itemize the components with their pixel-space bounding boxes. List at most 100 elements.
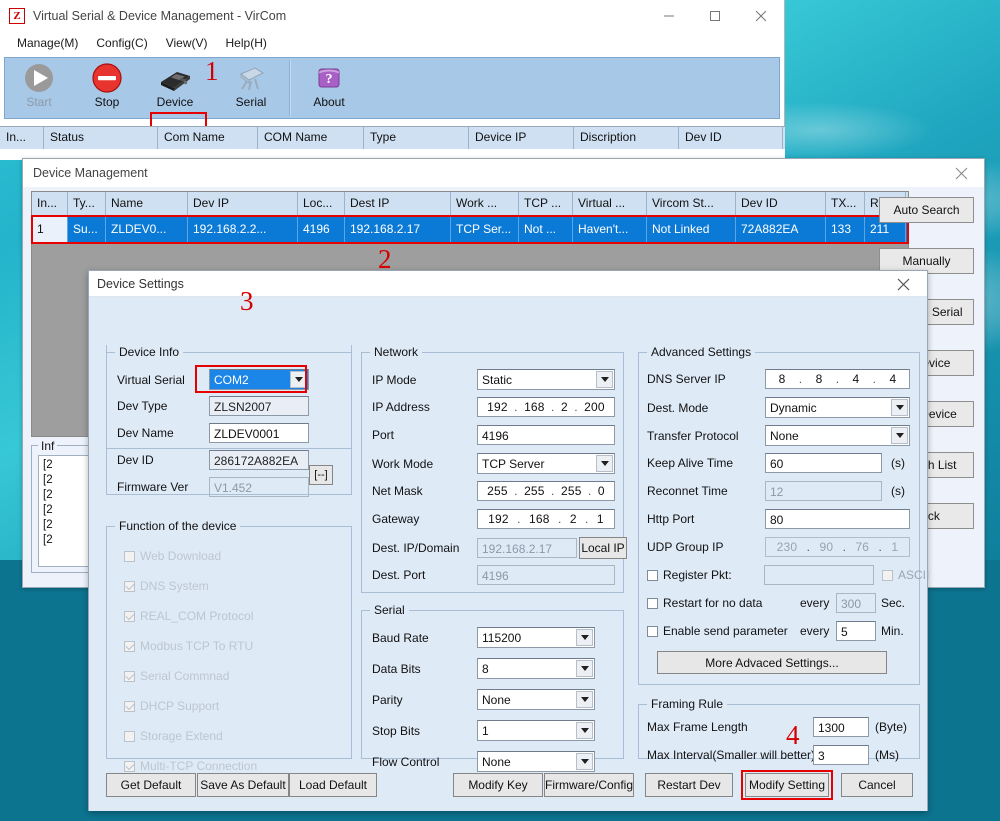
auto-search-button[interactable]: Auto Search [879,197,974,223]
port-field[interactable]: 4196 [477,425,615,445]
dev-id-expand-button[interactable]: [--] [309,465,333,485]
col-tcp[interactable]: TCP ... [519,192,573,217]
dev-id-field[interactable]: 286172A882EA [209,450,309,470]
main-col-dev-id[interactable]: Dev ID [679,127,783,149]
device-settings-title: Device Settings [97,276,184,291]
desktop: Z Virtual Serial & Device Management - V… [0,0,1000,821]
dns-server-ip-field[interactable]: 8. 8. 4. 4 [765,369,910,389]
ip-mode-label: IP Mode [372,372,417,387]
menu-manage[interactable]: Manage(M) [8,34,87,52]
minimize-icon[interactable] [646,0,692,32]
chevron-down-icon[interactable] [576,629,593,646]
chevron-down-icon[interactable] [576,722,593,739]
register-pkt-field[interactable] [764,565,874,585]
annotation-number-3: 3 [240,286,254,316]
max-frame-length-field[interactable]: 1300 [813,717,869,737]
menu-config[interactable]: Config(C) [87,34,156,52]
http-port-field[interactable]: 80 [765,509,910,529]
more-advanced-settings-button[interactable]: More Advaced Settings... [657,651,887,674]
data-bits-select[interactable]: 8 [477,658,595,679]
work-mode-select[interactable]: TCP Server [477,453,615,474]
main-col-status[interactable]: Status [44,127,158,149]
col-virtual[interactable]: Virtual ... [573,192,647,217]
table-row[interactable]: 1 Su... ZLDEV0... 192.168.2.2... 4196 19… [32,217,908,243]
enable-send-parameter-checkbox[interactable] [647,625,658,637]
close-icon[interactable] [883,271,923,297]
baud-rate-select[interactable]: 115200 [477,627,595,648]
chevron-down-icon[interactable] [576,691,593,708]
toolbar-button-serial[interactable]: Serial [217,58,285,118]
close-icon[interactable] [738,0,784,32]
chevron-down-icon[interactable] [891,399,908,416]
baud-rate-label: Baud Rate [372,630,429,645]
chevron-down-icon[interactable] [290,371,307,388]
ip-address-field[interactable]: 192. 168. 2. 200 [477,397,615,417]
cancel-button[interactable]: Cancel [841,773,913,797]
restart-dev-button[interactable]: Restart Dev [645,773,733,797]
col-loc[interactable]: Loc... [298,192,345,217]
dialog-button-bar: Get Default Save As Default Load Default… [89,767,929,811]
main-col-type[interactable]: Type [364,127,469,149]
toolbar-button-stop[interactable]: Stop [73,58,141,118]
toolbar: Start Stop Device Serial ? About [4,57,780,174]
modify-setting-button[interactable]: Modify Setting [745,773,829,797]
get-default-button[interactable]: Get Default [106,773,196,797]
send-unit: Min. [881,624,904,638]
max-interval-field[interactable]: 3 [813,745,869,765]
register-pkt-checkbox[interactable] [647,569,658,581]
cell-work-mode: TCP Ser... [451,217,519,243]
menu-view[interactable]: View(V) [157,34,217,52]
virtual-serial-select[interactable]: COM2 [209,369,309,390]
svg-text:?: ? [326,72,333,87]
dest-mode-select[interactable]: Dynamic [765,397,910,418]
col-name[interactable]: Name [106,192,188,217]
chevron-down-icon[interactable] [891,427,908,444]
chevron-down-icon[interactable] [596,371,613,388]
load-default-button[interactable]: Load Default [289,773,377,797]
main-col-com-name[interactable]: Com Name [158,127,258,149]
col-index[interactable]: In... [32,192,68,217]
firmware-config-button[interactable]: Firmware/Config [544,773,634,797]
main-col-COM-name[interactable]: COM Name [258,127,364,149]
toolbar-button-device[interactable]: Device [141,58,209,118]
dev-name-field[interactable]: ZLDEV0001 [209,423,309,443]
gateway-label: Gateway [372,512,420,526]
dest-mode-value: Dynamic [770,400,817,415]
toolbar-button-about[interactable]: ? About [295,58,363,118]
cell-dev-id: 72A882EA [736,217,826,243]
net-mask-field[interactable]: 255. 255. 255. 0 [477,481,615,501]
main-col-index[interactable]: In... [0,127,44,149]
dev-id-label: Dev ID [117,453,154,467]
send-parameter-field[interactable]: 5 [836,621,876,641]
local-ip-button[interactable]: Local IP [579,537,627,559]
modify-key-button[interactable]: Modify Key [453,773,543,797]
chevron-down-icon[interactable] [596,455,613,472]
menu-help[interactable]: Help(H) [217,34,276,52]
octet-2: 168 [524,400,545,414]
parity-select[interactable]: None [477,689,595,710]
col-tx[interactable]: TX... [826,192,865,217]
save-as-default-button[interactable]: Save As Default [197,773,289,797]
transfer-protocol-select[interactable]: None [765,425,910,446]
close-icon[interactable] [938,159,984,187]
main-col-discription[interactable]: Discription [574,127,679,149]
toolbar-button-start[interactable]: Start [5,58,73,118]
stop-bits-select[interactable]: 1 [477,720,595,741]
keep-alive-time-field[interactable]: 60 [765,453,882,473]
octet-3: 4 [852,372,860,386]
maximize-icon[interactable] [692,0,738,32]
col-dest-ip[interactable]: Dest IP [345,192,451,217]
col-work-mode[interactable]: Work ... [451,192,519,217]
col-type[interactable]: Ty... [68,192,106,217]
col-vircom-st[interactable]: Vircom St... [647,192,736,217]
gateway-field[interactable]: 192. 168. 2. 1 [477,509,615,529]
ip-mode-select[interactable]: Static [477,369,615,390]
device-management-titlebar: Device Management [23,159,984,187]
col-dev-id[interactable]: Dev ID [736,192,826,217]
col-dev-ip[interactable]: Dev IP [188,192,298,217]
main-col-device-ip[interactable]: Device IP [469,127,574,149]
function-real-com-protocol: REAL_COM Protocol [124,609,253,623]
restart-no-data-checkbox[interactable] [647,597,658,609]
chevron-down-icon[interactable] [576,660,593,677]
function-label: Storage Extend [140,729,223,743]
